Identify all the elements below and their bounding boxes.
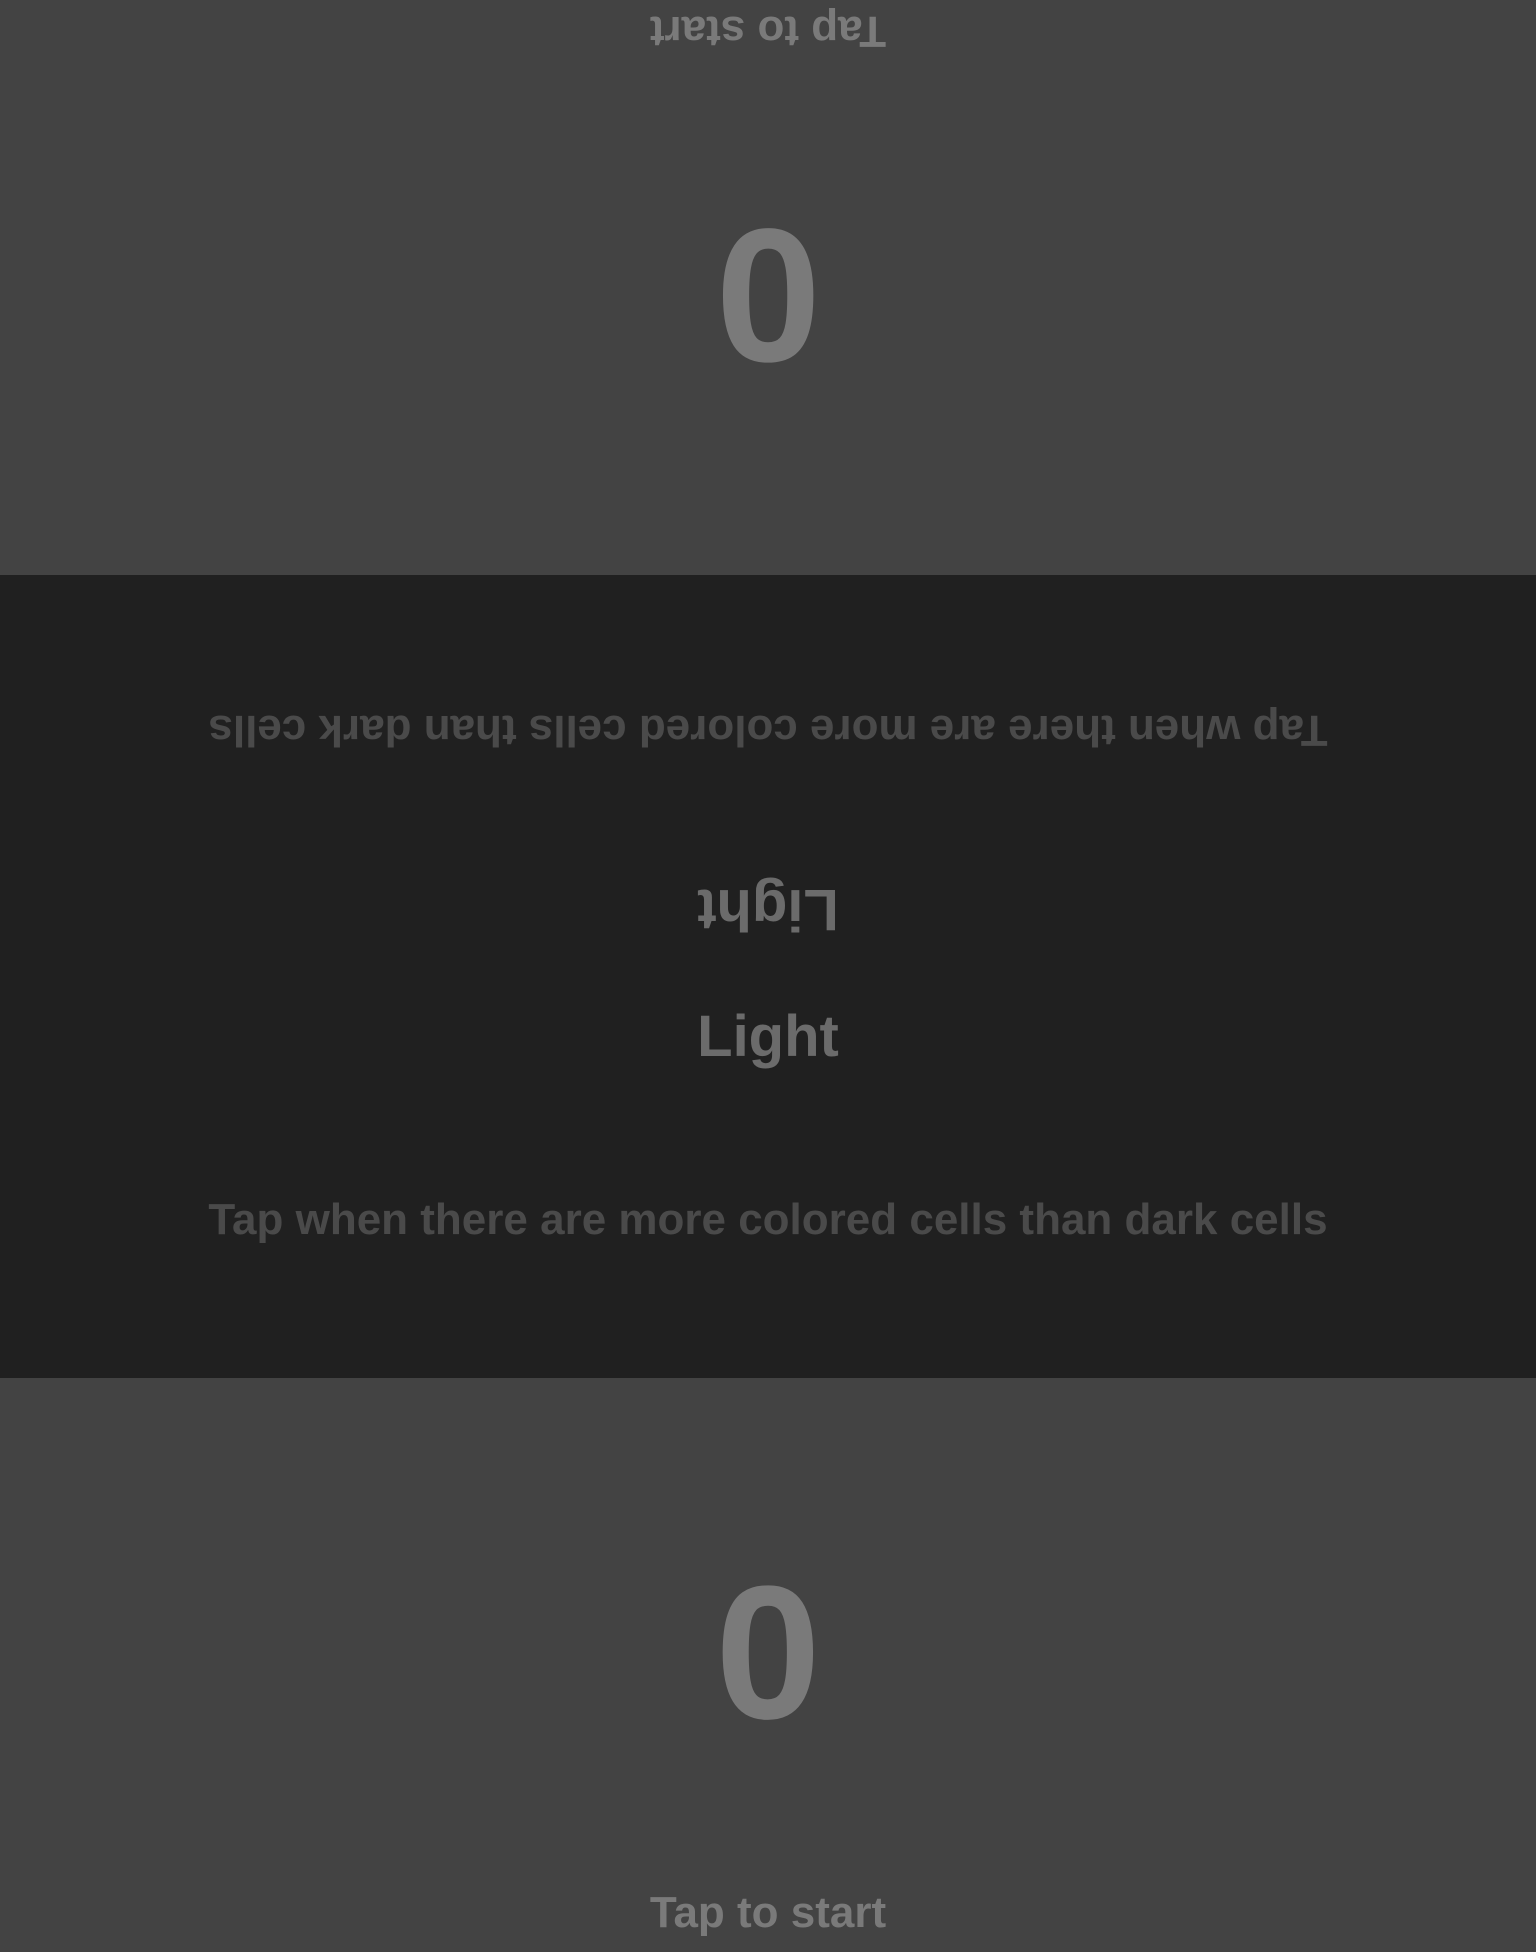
top-player-tap-zone[interactable]: 0 Tap to start bbox=[0, 0, 1536, 575]
bottom-player-tap-to-start: Tap to start bbox=[649, 1888, 887, 1937]
center-panel: Tap when there are more colored cells th… bbox=[0, 575, 1536, 1378]
rule-text-flipped: Tap when there are more colored cells th… bbox=[208, 706, 1328, 755]
bottom-player-score: 0 bbox=[715, 1547, 821, 1759]
top-player-tap-to-start: Tap to start bbox=[649, 7, 887, 56]
mode-label-flipped: Light bbox=[697, 877, 839, 942]
rule-text: Tap when there are more colored cells th… bbox=[208, 1195, 1328, 1244]
top-player-score: 0 bbox=[715, 189, 821, 401]
game-screen: 0 Tap to start Tap when there are more c… bbox=[0, 0, 1536, 1952]
top-player-rotated-content: 0 Tap to start bbox=[0, 0, 1536, 575]
mode-label: Light bbox=[697, 1004, 839, 1069]
bottom-player-content: 0 Tap to start bbox=[0, 1378, 1536, 1952]
bottom-player-tap-zone[interactable]: 0 Tap to start bbox=[0, 1378, 1536, 1952]
